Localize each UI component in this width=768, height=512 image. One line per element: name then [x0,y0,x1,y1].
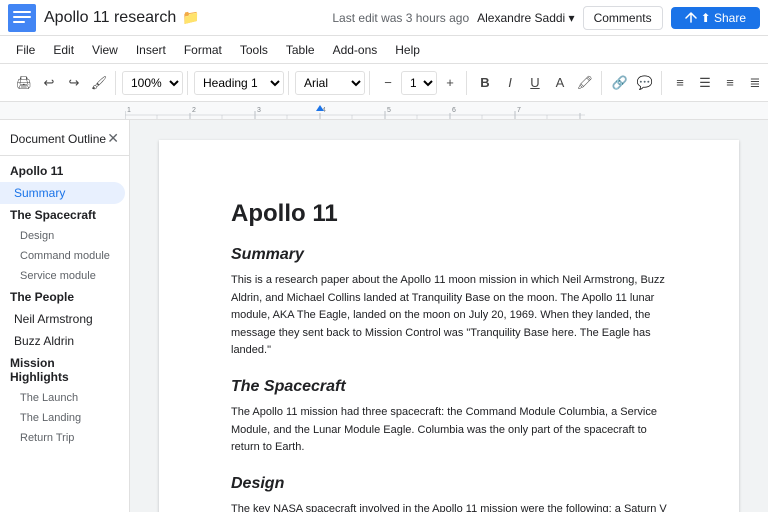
doc-body-spacecraft: The Apollo 11 mission had three spacecra… [231,404,667,457]
undo-button[interactable]: ↩ [37,71,61,95]
font-size-decrease[interactable]: − [376,71,400,95]
menu-table[interactable]: Table [278,41,323,59]
toolbar-align-group: ≡ ☰ ≡ ≣ [664,71,768,95]
menu-help[interactable]: Help [387,41,428,59]
ruler-svg: 1 2 3 4 5 6 7 [125,103,585,119]
font-size-select[interactable]: 11 [401,71,437,95]
svg-text:7: 7 [517,107,521,114]
redo-button[interactable]: ↪ [62,71,86,95]
last-saved: Last edit was 3 hours ago [332,11,469,25]
link-button[interactable]: 🔗 [608,71,632,95]
share-label: ⬆ Share [701,11,746,25]
title-bar: Apollo 11 research 📁 Last edit was 3 hou… [0,0,768,36]
document-page: Apollo 11 Summary This is a research pap… [159,140,739,512]
toolbar-text-format-group: B I U A 🖍 [469,71,602,95]
outline-title: Document Outline [10,132,106,146]
toolbar-zoom-group: 100% [118,71,188,95]
svg-text:5: 5 [387,107,391,114]
doc-main-title: Apollo 11 [231,200,667,228]
doc-body-design: The key NASA spacecraft involved in the … [231,501,667,512]
outline-items: Apollo 11 Summary The Spacecraft Design … [0,156,129,452]
font-size-increase[interactable]: + [438,71,462,95]
folder-icon[interactable]: 📁 [182,9,199,26]
outline-item-service-module[interactable]: Service module [0,266,125,286]
toolbar-history-group: 🖨 ↩ ↪ 🖌 [8,71,116,95]
svg-text:2: 2 [192,107,196,114]
outline-item-command-module[interactable]: Command module [0,246,125,266]
outline-item-buzz[interactable]: Buzz Aldrin [0,330,125,352]
svg-text:1: 1 [127,107,131,114]
title-bar-right: Last edit was 3 hours ago Alexandre Sadd… [332,6,760,30]
outline-item-summary[interactable]: Summary [0,182,125,204]
sidebar-header: Document Outline ✕ [0,120,129,156]
align-center-button[interactable]: ☰ [693,71,717,95]
menu-view[interactable]: View [84,41,126,59]
svg-text:6: 6 [452,107,456,114]
menu-tools[interactable]: Tools [232,41,276,59]
bold-button[interactable]: B [473,71,497,95]
toolbar: 🖨 ↩ ↪ 🖌 100% Heading 1 Arial − 11 + B I … [0,64,768,102]
toolbar-insert-group: 🔗 💬 [604,71,662,95]
toolbar-style-group: Heading 1 [190,71,289,95]
title-text: Apollo 11 research [44,9,176,27]
highlight-button[interactable]: 🖍 [573,71,597,95]
outline-item-mission[interactable]: Mission Highlights [0,352,125,388]
user-account[interactable]: Alexandre Saddi ▾ [477,11,574,25]
italic-button[interactable]: I [498,71,522,95]
outline-item-landing[interactable]: The Landing [0,408,125,428]
menu-insert[interactable]: Insert [128,41,174,59]
sidebar-close-button[interactable]: ✕ [107,130,119,147]
outline-item-spacecraft[interactable]: The Spacecraft [0,204,125,226]
text-color-button[interactable]: A [548,71,572,95]
outline-item-apollo11[interactable]: Apollo 11 [0,160,125,182]
outline-item-return[interactable]: Return Trip [0,428,125,448]
doc-body-summary: This is a research paper about the Apoll… [231,272,667,360]
align-right-button[interactable]: ≡ [718,71,742,95]
align-left-button[interactable]: ≡ [668,71,692,95]
document-outline-sidebar: Document Outline ✕ Apollo 11 Summary The… [0,120,130,512]
doc-heading-summary: Summary [231,246,667,264]
zoom-select[interactable]: 100% [122,71,183,95]
document-area[interactable]: Apollo 11 Summary This is a research pap… [130,120,768,512]
print-button[interactable]: 🖨 [12,71,36,95]
comments-button[interactable]: Comments [583,6,663,30]
menu-file[interactable]: File [8,41,43,59]
share-icon [685,12,697,24]
outline-item-design[interactable]: Design [0,226,125,246]
comment-button[interactable]: 💬 [633,71,657,95]
document-title: Apollo 11 research 📁 [44,9,332,27]
outline-item-neil[interactable]: Neil Armstrong [0,308,125,330]
style-select[interactable]: Heading 1 [194,71,284,95]
format-paint-button[interactable]: 🖌 [87,71,111,95]
share-button[interactable]: ⬆ Share [671,7,760,29]
toolbar-font-group: Arial [291,71,370,95]
svg-text:3: 3 [257,107,261,114]
outline-item-people[interactable]: The People [0,286,125,308]
outline-item-launch[interactable]: The Launch [0,388,125,408]
underline-button[interactable]: U [523,71,547,95]
ruler: 1 2 3 4 5 6 7 [0,102,768,120]
font-select[interactable]: Arial [295,71,365,95]
toolbar-size-group: − 11 + [372,71,467,95]
doc-heading-design: Design [231,475,667,493]
justify-button[interactable]: ≣ [743,71,767,95]
menu-edit[interactable]: Edit [45,41,82,59]
menu-addons[interactable]: Add-ons [325,41,386,59]
main-layout: Document Outline ✕ Apollo 11 Summary The… [0,120,768,512]
app-logo [8,4,36,32]
menu-bar: File Edit View Insert Format Tools Table… [0,36,768,64]
doc-heading-spacecraft: The Spacecraft [231,378,667,396]
menu-format[interactable]: Format [176,41,230,59]
